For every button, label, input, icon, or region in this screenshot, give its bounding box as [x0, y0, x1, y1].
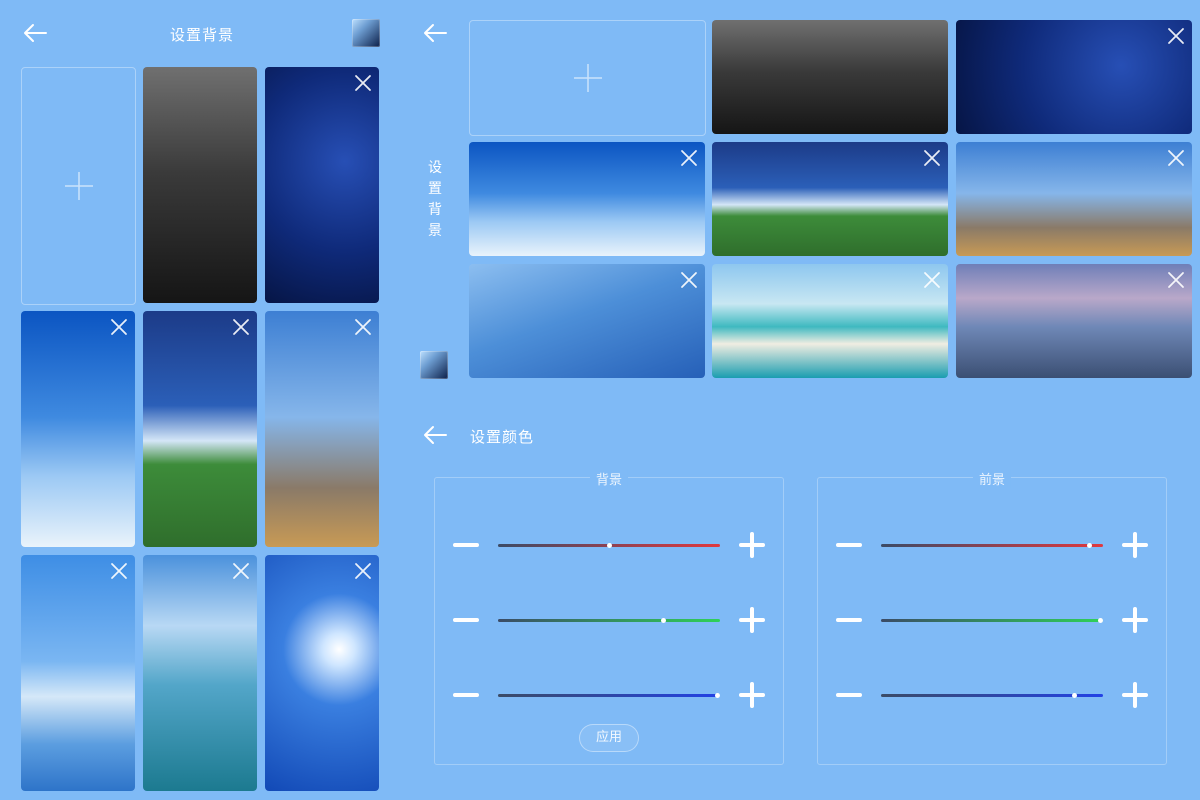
blue-slider-thumb[interactable] [715, 693, 720, 698]
close-icon[interactable] [1166, 26, 1186, 46]
plus-icon [573, 64, 602, 92]
increase-green-button[interactable] [1122, 607, 1148, 633]
add-wallpaper-button[interactable] [469, 20, 706, 136]
back-arrow-icon[interactable] [22, 22, 48, 44]
wallpaper-resort-pool[interactable] [956, 264, 1192, 378]
blue-slider-thumb[interactable] [1071, 693, 1077, 698]
close-icon[interactable] [922, 148, 942, 168]
color-preview-swatch[interactable] [420, 351, 448, 379]
wallpaper-stadium[interactable] [143, 311, 257, 547]
wallpaper-cd[interactable] [712, 20, 948, 134]
green-slider-thumb[interactable] [1098, 618, 1103, 623]
wallpaper-sun-over-sea[interactable] [143, 555, 257, 791]
back-arrow-icon[interactable] [422, 22, 448, 44]
decrease-blue-button[interactable] [453, 693, 479, 697]
decrease-red-button[interactable] [453, 543, 479, 547]
add-wallpaper-button[interactable] [21, 67, 136, 305]
panel-label: 前景 [972, 469, 1012, 488]
wallpaper-airplane[interactable] [21, 311, 135, 547]
red-slider-thumb[interactable] [606, 543, 612, 548]
close-icon[interactable] [922, 270, 942, 290]
wallpaper-night-sea[interactable] [956, 20, 1192, 134]
back-arrow-icon[interactable] [422, 424, 448, 446]
wallpaper-skyscraper[interactable] [265, 311, 379, 547]
increase-red-button[interactable] [1122, 532, 1148, 558]
close-icon[interactable] [1166, 148, 1186, 168]
wallpaper-beach-pool[interactable] [712, 264, 948, 378]
close-icon[interactable] [109, 561, 129, 581]
increase-blue-button[interactable] [739, 682, 765, 708]
close-icon[interactable] [679, 148, 699, 168]
wallpaper-stadium[interactable] [712, 142, 948, 256]
wallpaper-cd[interactable] [143, 67, 257, 303]
decrease-green-button[interactable] [836, 618, 862, 622]
color-preview-swatch[interactable] [352, 19, 380, 47]
close-icon[interactable] [353, 561, 373, 581]
green-slider-thumb[interactable] [660, 618, 666, 623]
wallpaper-airplane[interactable] [469, 142, 705, 256]
close-icon[interactable] [231, 561, 251, 581]
green-slider-track[interactable] [881, 618, 1103, 623]
increase-green-button[interactable] [739, 607, 765, 633]
close-icon[interactable] [353, 73, 373, 93]
close-icon[interactable] [679, 270, 699, 290]
decrease-blue-button[interactable] [836, 693, 862, 697]
wallpaper-glass-tower[interactable] [469, 264, 705, 378]
close-icon[interactable] [1166, 270, 1186, 290]
wallpaper-skyscraper[interactable] [956, 142, 1192, 256]
close-icon[interactable] [231, 317, 251, 337]
decrease-green-button[interactable] [453, 618, 479, 622]
blue-slider-track[interactable] [881, 693, 1103, 698]
color-settings-title: 设置颜色 [470, 428, 535, 446]
increase-red-button[interactable] [739, 532, 765, 558]
red-slider-track[interactable] [498, 543, 720, 548]
panel-label: 背景 [589, 469, 629, 488]
plus-icon [64, 172, 93, 200]
background-color-panel: 背景 应用 [434, 469, 784, 765]
blue-slider-track[interactable] [498, 693, 720, 698]
decrease-red-button[interactable] [836, 543, 862, 547]
wallpaper-cloud-reflection[interactable] [21, 555, 135, 791]
wallpaper-night-sea[interactable] [265, 67, 379, 303]
red-slider-track[interactable] [881, 543, 1103, 548]
red-slider-thumb[interactable] [1087, 543, 1093, 548]
green-slider-track[interactable] [498, 618, 720, 623]
page-title: 设置背景 [170, 26, 235, 44]
vertical-page-title: 设置背景 [428, 160, 442, 239]
close-icon[interactable] [353, 317, 373, 337]
close-icon[interactable] [109, 317, 129, 337]
increase-blue-button[interactable] [1122, 682, 1148, 708]
foreground-color-panel: 前景 [817, 469, 1167, 765]
wallpaper-sunburst-sky[interactable] [265, 555, 379, 791]
apply-button[interactable]: 应用 [579, 724, 639, 752]
